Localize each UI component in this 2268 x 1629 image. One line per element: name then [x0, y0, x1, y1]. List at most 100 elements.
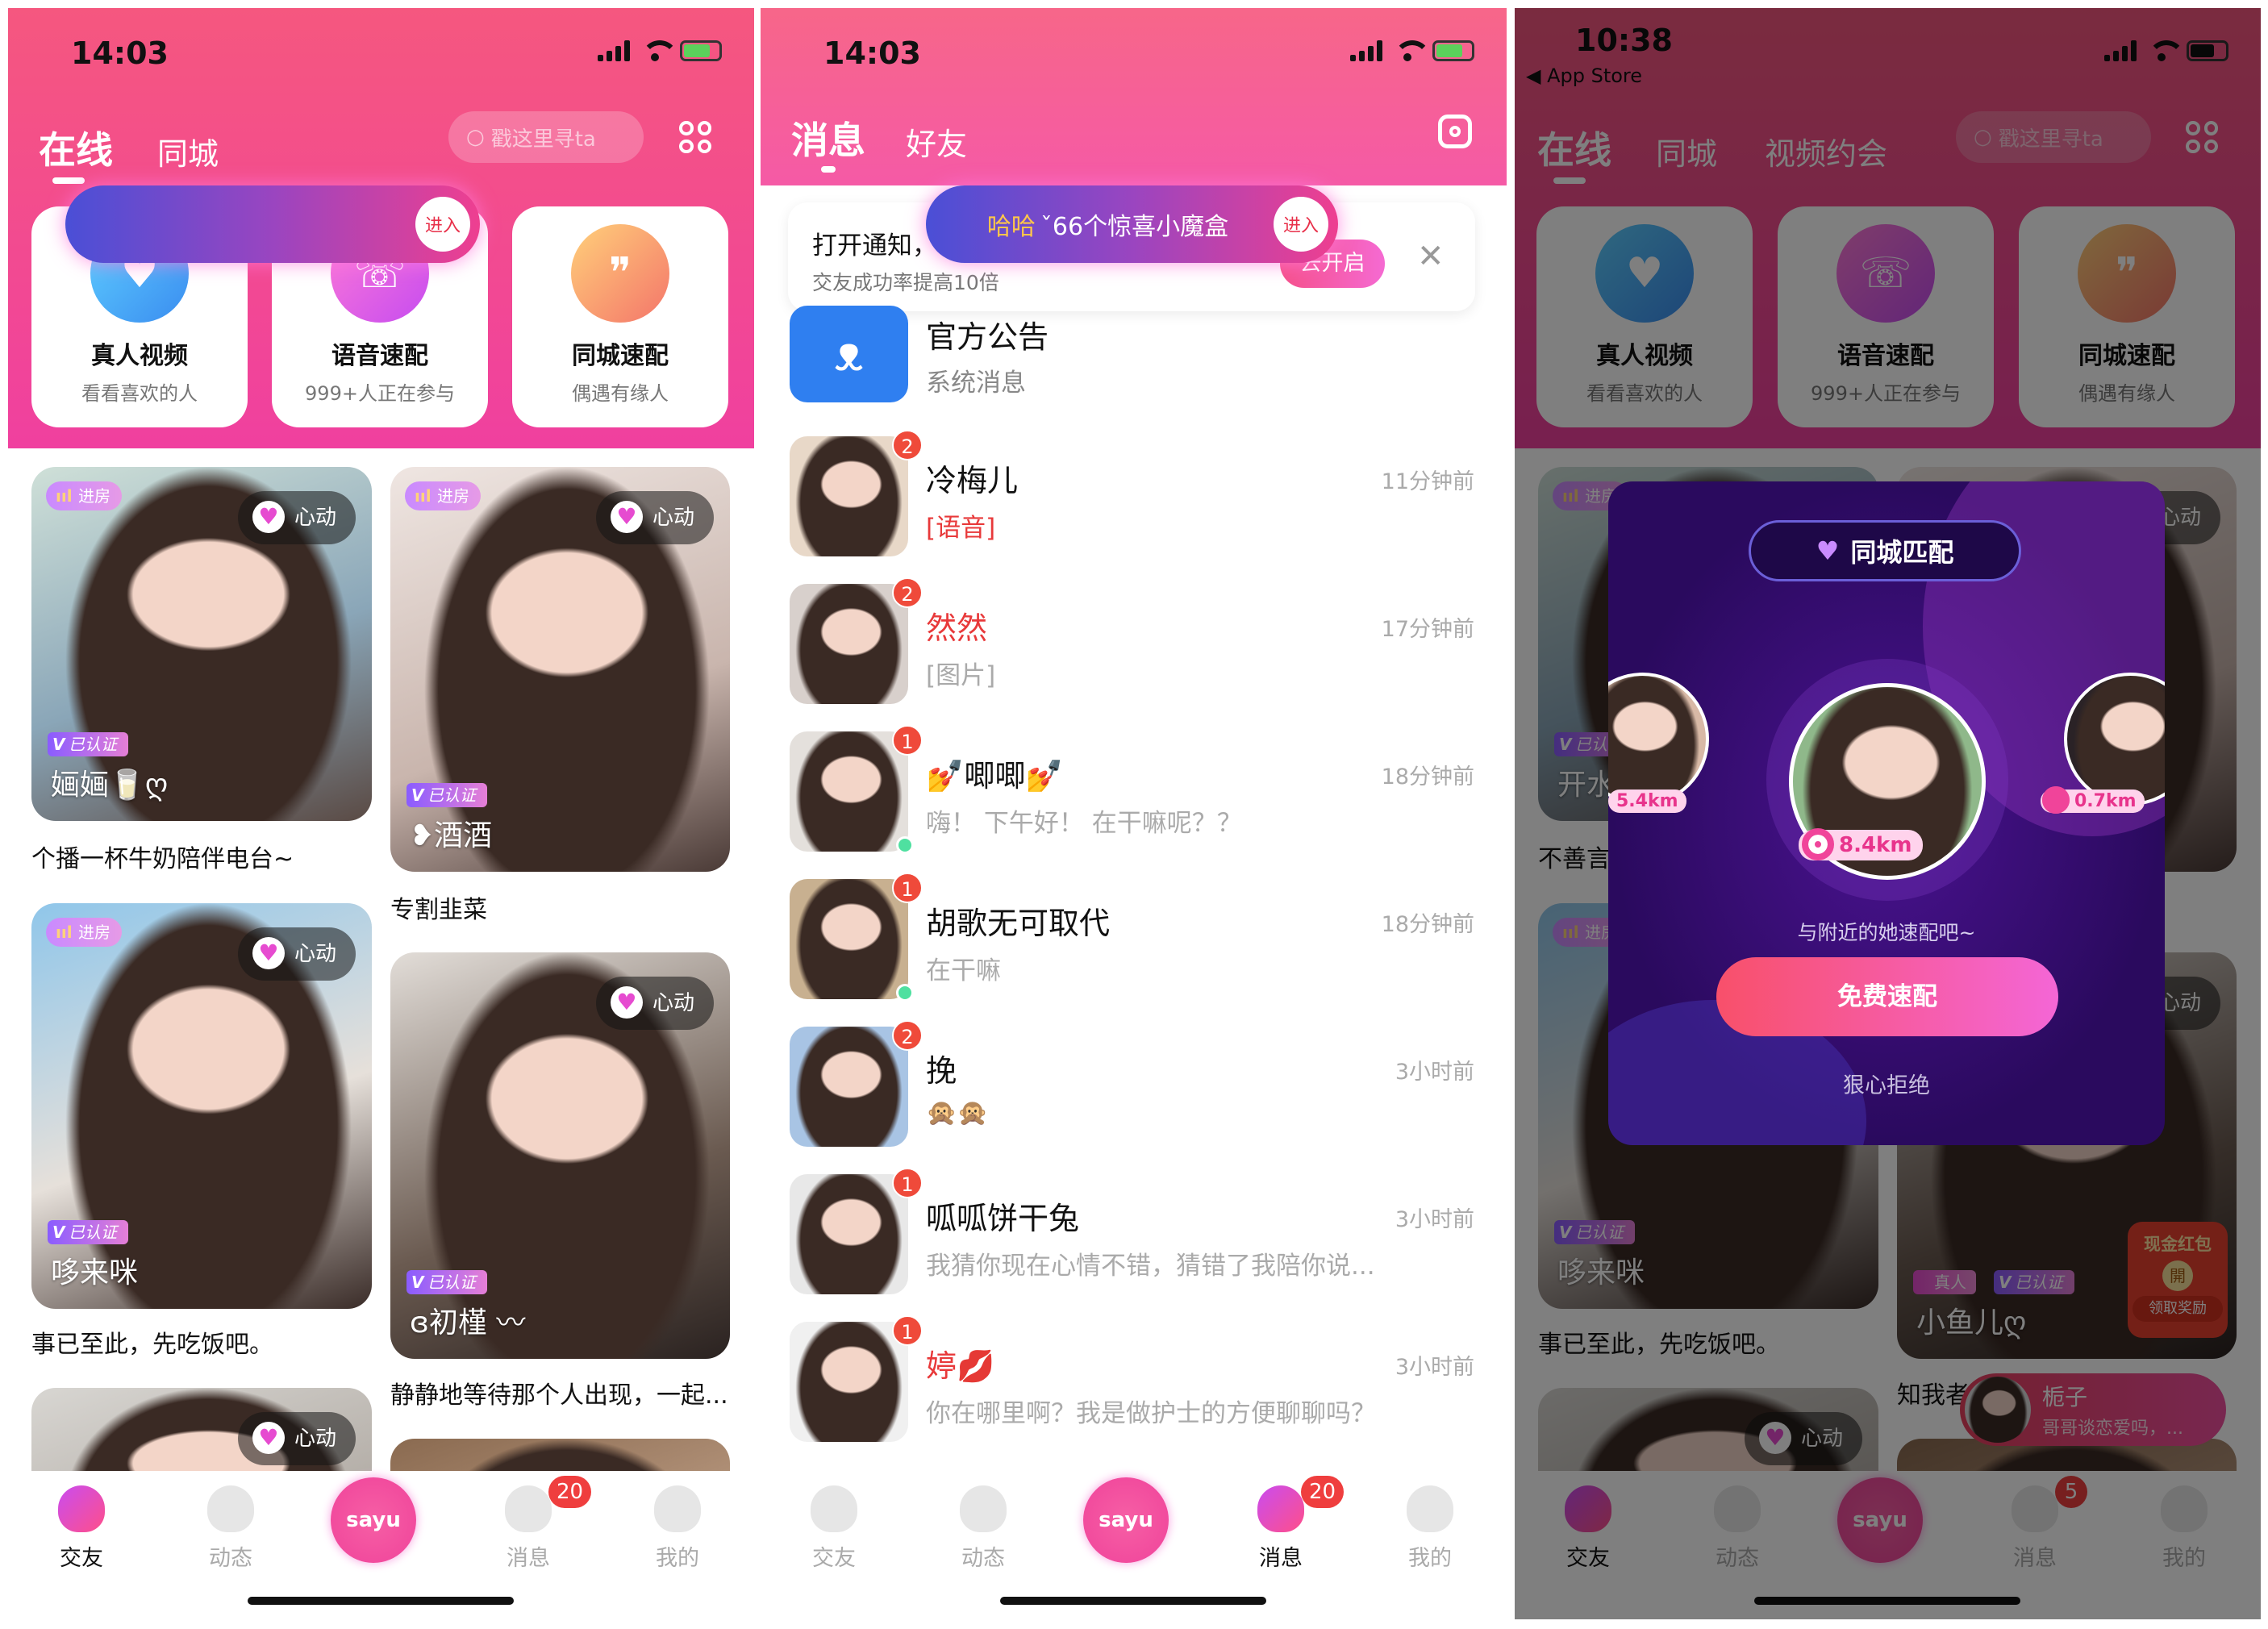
friends-icon	[58, 1485, 105, 1532]
online-indicator	[896, 984, 914, 1002]
tab-friends[interactable]: 好友	[906, 119, 967, 164]
message-row[interactable]: 1 呱呱饼干兔我猜你现在心情不错，猜错了我陪你说... 3小时前	[761, 1168, 1507, 1311]
message-time: 3小时前	[1395, 1207, 1474, 1232]
contact-avatar[interactable]	[790, 1027, 908, 1147]
message-row[interactable]: 2 挽 🙊🙊 3小时前	[761, 1020, 1507, 1164]
feed-card[interactable]: 进房 心动已认证 ❥酒酒	[390, 467, 730, 872]
search-input[interactable]: ○戳这里寻ta	[448, 111, 644, 163]
official-title: 官方公告	[926, 319, 1049, 355]
unread-badge: 1	[892, 1315, 923, 1346]
heart-like-button[interactable]: 心动	[237, 927, 356, 981]
message-preview: [图片]	[926, 661, 996, 690]
heart-like-button[interactable]: 心动	[595, 491, 714, 544]
enter-room-badge[interactable]: 进房	[405, 481, 481, 510]
post-caption: 个播一杯牛奶陪伴电台~	[31, 845, 294, 873]
feed-card[interactable]: 进房 心动已认证哆来咪	[31, 903, 372, 1309]
enter-room-badge[interactable]: 进房	[46, 481, 122, 510]
message-preview: 在干嘛	[926, 956, 1001, 985]
heart-like-button[interactable]: 心动	[237, 491, 356, 544]
contact-name: 呱呱饼干兔	[926, 1201, 1080, 1236]
contact-avatar[interactable]	[790, 436, 908, 556]
feed-screen: 14:03 在线 同城 ○ 戳这里寻ta ♥ 真人视频 看看喜欢的人 ☏ 语音速配 999…	[8, 8, 754, 1619]
tab-friends[interactable]: 交友	[786, 1485, 882, 1572]
quick-card-city-match[interactable]: ❞ 同城速配偶遇有缘人	[512, 206, 728, 427]
heart-like-button[interactable]: 心动	[595, 977, 714, 1030]
tab-me[interactable]: 我的	[629, 1485, 726, 1572]
message-row[interactable]: 2 然然 [图片] 17分钟前	[761, 577, 1507, 721]
official-announcement-row[interactable]: ᴥ 官方公告 系统消息	[761, 306, 1507, 417]
tab-friends[interactable]: 交友	[33, 1485, 130, 1572]
grid-menu-icon[interactable]	[679, 121, 711, 153]
close-icon[interactable]: ✕	[1417, 238, 1445, 275]
sayu-center-button[interactable]: sayu	[1083, 1477, 1169, 1563]
feed-card[interactable]: 心动已认证 ɞ初槿 〰	[390, 952, 730, 1359]
contact-avatar[interactable]	[790, 1174, 908, 1294]
notice-title: 打开通知，	[812, 231, 937, 260]
post-caption: 静静地等待那个人出现，一起...	[390, 1381, 728, 1410]
contact-avatar[interactable]	[790, 879, 908, 999]
enter-room-badge[interactable]: 进房	[46, 918, 122, 947]
promo-banner[interactable]: 进入	[65, 185, 480, 263]
verified-badge: 已认证	[48, 732, 128, 756]
home-indicator	[1000, 1597, 1266, 1605]
modal-hint: 与附近的她速配吧~	[1797, 921, 1976, 944]
distance-label: 8.4km	[1839, 833, 1912, 857]
contact-name: 婷💋	[926, 1348, 995, 1384]
free-match-button[interactable]: 免费速配	[1716, 957, 2058, 1036]
profile-name: ɞ初槿 〰	[410, 1306, 526, 1339]
feed-card[interactable]: 进房 心动已认证婳婳🥛ღ	[31, 467, 372, 821]
status-icons	[1350, 40, 1474, 61]
messages-icon	[505, 1485, 552, 1532]
official-subtitle: 系统消息	[926, 369, 1026, 398]
quick-card-subtitle: 偶遇有缘人	[572, 382, 669, 405]
tab-online[interactable]: 在线	[39, 121, 113, 174]
quick-card-subtitle: 看看喜欢的人	[81, 382, 198, 405]
tab-indicator	[821, 166, 836, 173]
message-time: 18分钟前	[1381, 912, 1474, 937]
tab-moments-label: 动态	[209, 1546, 252, 1571]
moments-icon	[960, 1485, 1007, 1532]
tab-messages-label: 消息	[1259, 1546, 1303, 1571]
unread-badge: 1	[892, 873, 923, 903]
contact-avatar[interactable]	[790, 584, 908, 704]
settings-icon[interactable]	[1438, 115, 1472, 148]
contact-avatar[interactable]	[790, 731, 908, 852]
contact-name: 💅唧唧💅	[926, 758, 1064, 794]
unread-badge: 1	[892, 1168, 923, 1198]
message-preview: 🙊🙊	[926, 1098, 989, 1127]
sayu-center-button[interactable]: sayu	[331, 1477, 416, 1563]
unread-badge: 2	[892, 430, 923, 460]
contact-avatar[interactable]	[790, 1322, 908, 1442]
unread-badge: 1	[892, 725, 923, 756]
official-mascot-icon: ᴥ	[790, 306, 908, 402]
decline-button[interactable]: 狠心拒绝	[1608, 1068, 2165, 1099]
heart-like-button[interactable]: 心动	[237, 1412, 356, 1465]
tab-messages[interactable]: 消息	[791, 111, 865, 165]
me-icon	[1407, 1485, 1453, 1532]
message-count-badge: 20	[548, 1476, 592, 1508]
message-row[interactable]: 2 冷梅儿 [语音] 11分钟前	[761, 430, 1507, 573]
message-row[interactable]: 1 胡歌无可取代 在干嘛 18分钟前	[761, 873, 1507, 1016]
banner-enter-button[interactable]: 进入	[1274, 197, 1328, 252]
battery-charging-icon	[680, 40, 722, 61]
tab-friends-label: 交友	[60, 1546, 103, 1571]
banner-enter-button[interactable]: 进入	[415, 197, 470, 252]
tab-moments[interactable]: 动态	[935, 1485, 1032, 1572]
distance-pin: 8.4km	[1799, 828, 1924, 860]
wifi-icon	[641, 40, 678, 61]
magic-box-banner[interactable]: 哈哈 ˇ66个惊喜小魔盒 进入	[926, 185, 1338, 263]
message-row[interactable]: 1 💅唧唧💅 嗨！ 下午好！ 在干嘛呢？？ 18分钟前	[761, 725, 1507, 869]
match-screen: 10:38 ◀ App Store 在线 同城 视频约会 ○戳这里寻ta ♥真人…	[1515, 8, 2261, 1619]
profile-name: 婳婳🥛ღ	[51, 769, 169, 802]
tab-same-city[interactable]: 同城	[157, 129, 219, 173]
message-row[interactable]: 1 婷💋 你在哪里啊？我是做护士的方便聊聊吗？ 3小时前	[761, 1315, 1507, 1459]
city-match-modal: ♥ 同城匹配 5.4km 8.4km 0.7km 与附近的她速配吧~ 免费速配 狠…	[1608, 481, 2165, 1145]
moments-icon	[207, 1485, 254, 1532]
tab-me[interactable]: 我的	[1382, 1485, 1478, 1572]
message-preview: 我猜你现在心情不错，猜错了我陪你说...	[926, 1252, 1375, 1281]
tab-moments[interactable]: 动态	[182, 1485, 279, 1572]
location-pin-icon	[2042, 786, 2070, 814]
contact-name: 挽	[926, 1053, 957, 1089]
header-background	[761, 8, 1507, 185]
modal-title: 同城匹配	[1850, 537, 1954, 568]
